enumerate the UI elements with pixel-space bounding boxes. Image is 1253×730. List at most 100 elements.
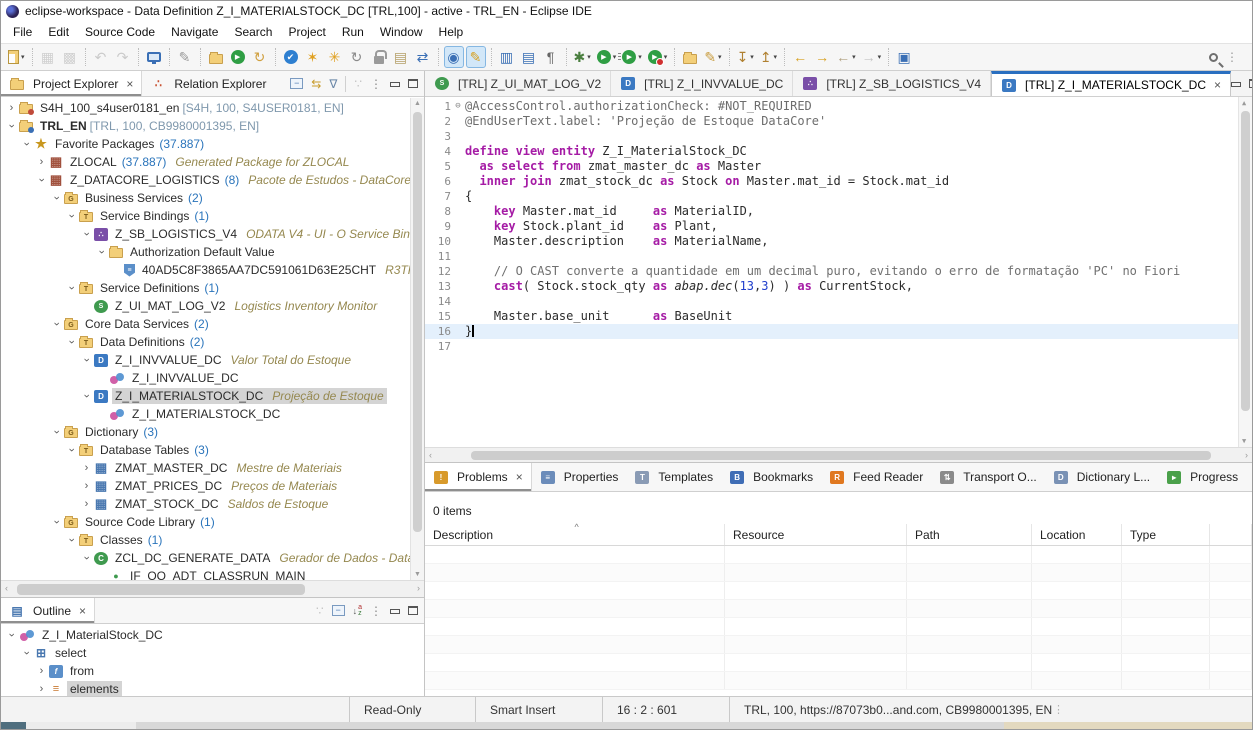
chevron-collapsed-icon[interactable]: › — [35, 156, 48, 168]
toggle-highlight-button[interactable]: ✎ — [466, 46, 486, 68]
chevron-expanded-icon[interactable]: › — [51, 192, 63, 205]
project-tree-item-database tables[interactable]: ›TDatabase Tables(3) — [1, 441, 424, 459]
next-annotation-button[interactable]: → — [812, 46, 832, 68]
dropdown-arrow-icon[interactable]: ▾ — [878, 53, 882, 61]
project-tree-item-40ad5c8f3865aa7dc591061d63e25cht[interactable]: ≡40AD5C8F3865AA7DC591061D63E25CHTR3TR G — [1, 261, 424, 279]
close-icon[interactable]: × — [1214, 78, 1221, 92]
editor-tab--trl-z-ui-mat-log-v2[interactable]: S[TRL] Z_UI_MAT_LOG_V2 — [425, 71, 611, 96]
project-tree-item-zmat_master_dc[interactable]: ›▦ZMAT_MASTER_DCMestre de Materiais — [1, 459, 424, 477]
undo-button[interactable]: ↶ — [91, 46, 111, 68]
project-tree-item-z_sb_logistics_v4[interactable]: ›∴Z_SB_LOGISTICS_V4ODATA V4 - UI - O Ser… — [1, 225, 424, 243]
focus-icon[interactable]: ∵ — [354, 77, 362, 91]
code-line-17[interactable]: 17 — [425, 339, 1238, 354]
scroll-right-icon[interactable]: › — [417, 583, 420, 593]
redo-button[interactable]: ↷ — [113, 46, 133, 68]
run-development-object-button[interactable]: ▶ — [228, 46, 248, 68]
project-tree-item-trl_en[interactable]: ›TRL_EN[TRL, 100, CB9980001395, EN] — [1, 117, 424, 135]
column-header-type[interactable]: Type — [1122, 524, 1210, 545]
scroll-left-icon[interactable]: ‹ — [5, 583, 8, 593]
chevron-expanded-icon[interactable]: › — [21, 647, 33, 660]
project-tree-item-zmat_stock_dc[interactable]: ›▦ZMAT_STOCK_DCSaldos de Estoque — [1, 495, 424, 513]
chevron-expanded-icon[interactable]: › — [66, 210, 78, 223]
refresh-development-object-button[interactable]: ↻ — [250, 46, 270, 68]
chevron-expanded-icon[interactable]: › — [66, 534, 78, 547]
chevron-collapsed-icon[interactable]: › — [5, 102, 18, 114]
menu-help[interactable]: Help — [431, 23, 472, 41]
chevron-collapsed-icon[interactable]: › — [80, 480, 93, 492]
show-whitespace-button[interactable]: ¶ — [541, 46, 561, 68]
code-line-14[interactable]: 14 — [425, 294, 1238, 309]
save-button[interactable]: ▦ — [38, 46, 58, 68]
view-tab-bookmarks[interactable]: BBookmarks — [721, 463, 821, 491]
chevron-expanded-icon[interactable]: › — [66, 336, 78, 349]
view-tab-dictionary-l-[interactable]: DDictionary L... — [1045, 463, 1158, 491]
menu-file[interactable]: File — [5, 23, 40, 41]
project-tree-item-service definitions[interactable]: ›TService Definitions(1) — [1, 279, 424, 297]
project-tree-item-source code library[interactable]: ›GSource Code Library(1) — [1, 513, 424, 531]
maximize-icon[interactable] — [408, 606, 418, 615]
project-tree-item-s4h_100_s4user0181_en[interactable]: ›S4H_100_s4user0181_en[S4H, 100, S4USER0… — [1, 99, 424, 117]
scrollbar-thumb[interactable] — [1241, 111, 1250, 411]
attach-inspector-button[interactable]: ✎ — [175, 46, 195, 68]
code-line-6[interactable]: 6 inner join zmat_stock_dc as Stock on M… — [425, 174, 1238, 189]
transport-button[interactable]: ▤ — [391, 46, 411, 68]
code-line-15[interactable]: 15 Master.base_unit as BaseUnit — [425, 309, 1238, 324]
editor-tab--trl-z-sb-logistics-v4[interactable]: ∴[TRL] Z_SB_LOGISTICS_V4 — [793, 71, 991, 96]
editor-tab--trl-z-i-invvalue-dc[interactable]: D[TRL] Z_I_INVVALUE_DC — [611, 71, 793, 96]
toggle-mark-occurrences-button[interactable]: ◉ — [444, 46, 464, 68]
run-button[interactable]: ▶▾ — [595, 46, 619, 68]
scrollbar-thumb[interactable] — [17, 584, 305, 595]
code-line-12[interactable]: 12 // O CAST converte a quantidade em um… — [425, 264, 1238, 279]
chevron-expanded-icon[interactable]: › — [51, 516, 63, 529]
tab-project-explorer[interactable]: Project Explorer× — [1, 71, 142, 96]
profile-button[interactable]: ▶▾ — [646, 46, 670, 68]
scrollbar-thumb[interactable] — [413, 112, 422, 532]
last-edit-location-button[interactable]: ▣ — [894, 46, 914, 68]
chevron-expanded-icon[interactable]: › — [6, 629, 18, 642]
dropdown-arrow-icon[interactable]: ▾ — [613, 53, 617, 61]
editor-vertical-scrollbar[interactable]: ▲ ▼ — [1238, 97, 1252, 447]
chevron-expanded-icon[interactable]: › — [6, 120, 18, 133]
code-line-9[interactable]: 9 key Stock.plant_id as Plant, — [425, 219, 1238, 234]
chevron-expanded-icon[interactable]: › — [81, 228, 93, 241]
show-source-button[interactable]: ▤ — [519, 46, 539, 68]
activate-multiple-button[interactable]: ✳ — [325, 46, 345, 68]
dropdown-arrow-icon[interactable]: ▾ — [587, 53, 591, 61]
project-tree-item-if_oo_adt_classrun_main[interactable]: ●IF_OO_ADT_CLASSRUN_MAIN — [1, 567, 424, 580]
menu-navigate[interactable]: Navigate — [163, 23, 226, 41]
menu-search[interactable]: Search — [226, 23, 280, 41]
back-history-button[interactable]: ←▾ — [834, 46, 858, 68]
menu-edit[interactable]: Edit — [40, 23, 77, 41]
activate-button[interactable]: ✶ — [303, 46, 323, 68]
status-overflow-icon[interactable]: ⋮ — [1053, 703, 1064, 716]
project-tree-item-service bindings[interactable]: ›TService Bindings(1) — [1, 207, 424, 225]
scroll-right-icon[interactable]: › — [1245, 450, 1248, 460]
maximize-icon[interactable] — [408, 79, 418, 88]
link-with-editor-icon[interactable]: ⇆ — [311, 77, 321, 91]
lock-button[interactable] — [369, 46, 389, 68]
new-wizard-button[interactable]: ▾ — [6, 46, 27, 68]
open-resource-button[interactable] — [680, 46, 700, 68]
code-line-10[interactable]: 10 Master.description as MaterialName, — [425, 234, 1238, 249]
chevron-expanded-icon[interactable]: › — [96, 246, 108, 259]
outline-tree-item-select[interactable]: ›⊞select — [1, 644, 424, 662]
chevron-expanded-icon[interactable]: › — [81, 390, 93, 403]
dropdown-arrow-icon[interactable]: ▾ — [750, 53, 754, 61]
forward-history-button[interactable]: →▾ — [860, 46, 884, 68]
chevron-collapsed-icon[interactable]: › — [80, 498, 93, 510]
minimize-icon[interactable] — [390, 609, 400, 614]
project-explorer-vertical-scrollbar[interactable]: ▲ ▼ — [410, 98, 424, 580]
close-icon[interactable]: × — [79, 604, 86, 618]
chevron-expanded-icon[interactable]: › — [66, 282, 78, 295]
where-used-button[interactable]: ↻ — [347, 46, 367, 68]
dropdown-arrow-icon[interactable]: ▾ — [664, 53, 668, 61]
project-tree-item-z_ui_mat_log_v2[interactable]: SZ_UI_MAT_LOG_V2Logistics Inventory Moni… — [1, 297, 424, 315]
chevron-expanded-icon[interactable]: › — [21, 138, 33, 151]
project-tree-item-zmat_prices_dc[interactable]: ›▦ZMAT_PRICES_DCPreços de Materiais — [1, 477, 424, 495]
toolbar-overflow-icon[interactable]: ⋮ — [1226, 50, 1238, 64]
chevron-expanded-icon[interactable]: › — [51, 426, 63, 439]
view-tab-templates[interactable]: TTemplates — [626, 463, 721, 491]
chevron-expanded-icon[interactable]: › — [51, 318, 63, 331]
project-tree-item-z_i_materialstock_dc[interactable]: ›DZ_I_MATERIALSTOCK_DCProjeção de Estoqu… — [1, 387, 424, 405]
chevron-expanded-icon[interactable]: › — [81, 354, 93, 367]
